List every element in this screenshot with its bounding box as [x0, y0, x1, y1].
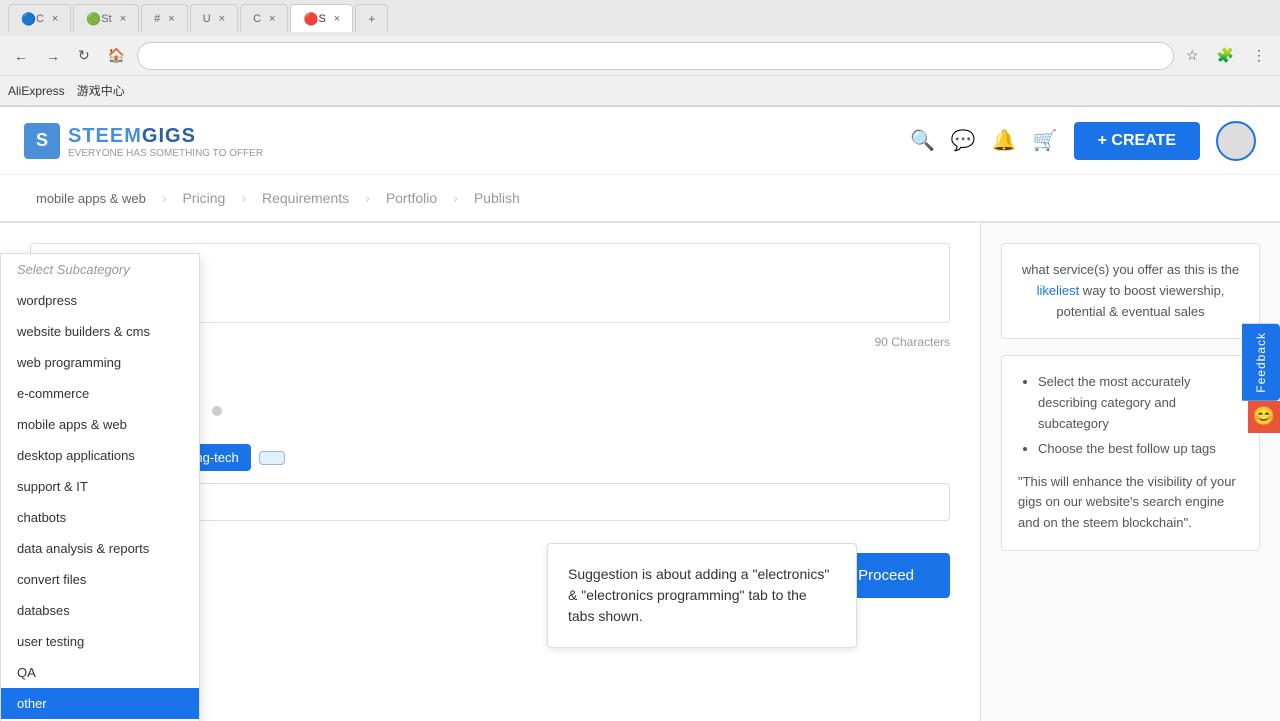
tab-active-favicon: 🔴 — [303, 12, 318, 26]
refresh-button[interactable]: ↻ — [72, 43, 96, 68]
dropdown-item-web-programming[interactable]: web programming — [1, 347, 199, 378]
progress-label-category: mobile apps & web — [36, 191, 146, 206]
feedback-button[interactable]: Feedback — [1242, 324, 1280, 401]
new-tab-icon: + — [368, 12, 375, 26]
dropdown-item-convert-files[interactable]: convert files — [1, 564, 199, 595]
right-sidebar: what service(s) you offer as this is the… — [980, 223, 1280, 721]
tab-2-favicon: 🟢 — [86, 12, 101, 26]
chevron-3: › — [365, 190, 370, 206]
progress-item-category[interactable]: mobile apps & web — [24, 175, 158, 221]
back-button[interactable]: ← — [8, 44, 34, 68]
tab-2-close[interactable]: × — [120, 13, 126, 25]
dropdown-item-support-it[interactable]: support & IT — [1, 471, 199, 502]
progress-label-requirements: Requirements — [262, 190, 349, 206]
tab-2[interactable]: 🟢 St × — [73, 4, 139, 32]
sidebar-tips-list: Select the most accurately describing ca… — [1018, 372, 1243, 459]
chat-icon[interactable]: 💬 — [951, 128, 976, 153]
page-wrapper: S STEEMGIGS EVERYONE HAS SOMETHING TO OF… — [0, 107, 1280, 721]
progress-label-publish: Publish — [474, 190, 520, 206]
tab-1-label: C — [36, 13, 44, 25]
sidebar-link[interactable]: likeliest — [1037, 283, 1080, 298]
dropdown-item-user-testing[interactable]: user testing — [1, 626, 199, 657]
dropdown-item-chatbots[interactable]: chatbots — [1, 502, 199, 533]
header-icons: 🔍 💬 🔔 🛒 + CREATE — [910, 121, 1256, 161]
bookmark-games[interactable]: 游戏中心 — [77, 82, 125, 99]
notification-icon[interactable]: 🔔 — [992, 128, 1017, 153]
suggestion-text: Suggestion is about adding a "electronic… — [568, 564, 836, 627]
chevron-1: › — [162, 190, 167, 206]
site-header: S STEEMGIGS EVERYONE HAS SOMETHING TO OF… — [0, 107, 1280, 175]
bookmark-star[interactable]: ☆ — [1180, 43, 1205, 68]
tab-1-close[interactable]: × — [52, 13, 58, 25]
tab-2-label: St — [101, 13, 111, 25]
dropdown-item-website-builders[interactable]: website builders & cms — [1, 316, 199, 347]
tab-4[interactable]: U × — [190, 4, 238, 32]
tab-active-close[interactable]: × — [334, 13, 340, 25]
nav-bar: ← → ↻ 🏠 https://steemgigs.org/create_gig… — [0, 36, 1280, 76]
logo-tagline: EVERYONE HAS SOMETHING TO OFFER — [68, 148, 263, 159]
subcategory-dropdown: Select Subcategory wordpress website bui… — [0, 253, 200, 721]
tab-3-close[interactable]: × — [168, 13, 174, 25]
browser-chrome: 🔵 C × 🟢 St × # × U × C × 🔴 S × + — [0, 0, 1280, 107]
tab-4-label: U — [203, 13, 211, 25]
progress-nav: mobile apps & web › Pricing › Requiremen… — [0, 175, 1280, 223]
tab-bar: 🔵 C × 🟢 St × # × U × C × 🔴 S × + — [0, 0, 1280, 36]
dropdown-header: Select Subcategory — [1, 254, 199, 285]
tab-1-favicon: 🔵 — [21, 12, 36, 26]
logo-text: STEEMGIGS — [68, 125, 196, 147]
dropdown-item-ecommerce[interactable]: e-commerce — [1, 378, 199, 409]
sidebar-bottom-text: "This will enhance the visibility of you… — [1018, 472, 1243, 534]
progress-label-pricing: Pricing — [183, 190, 226, 206]
dropdown-item-mobile-apps[interactable]: mobile apps & web — [1, 409, 199, 440]
tag-empty[interactable] — [259, 451, 285, 465]
sidebar-tip-1: Select the most accurately describing ca… — [1038, 372, 1243, 434]
progress-item-publish[interactable]: Publish — [462, 175, 532, 221]
dropdown-item-other[interactable]: other — [1, 688, 199, 719]
tab-active[interactable]: 🔴 S × — [290, 4, 353, 32]
progress-item-pricing[interactable]: Pricing — [171, 175, 238, 221]
progress-item-requirements[interactable]: Requirements — [250, 175, 361, 221]
chevron-2: › — [241, 190, 246, 206]
tab-4-close[interactable]: × — [219, 13, 225, 25]
dropdown-item-qa[interactable]: QA — [1, 657, 199, 688]
chevron-4: › — [453, 190, 458, 206]
dropdown-item-data-analysis[interactable]: data analysis & reports — [1, 533, 199, 564]
tab-1[interactable]: 🔵 C × — [8, 4, 71, 32]
dropdown-item-databses[interactable]: databses — [1, 595, 199, 626]
dropdown-item-desktop-apps[interactable]: desktop applications — [1, 440, 199, 471]
logo-icon: S — [24, 123, 60, 159]
logo: S STEEMGIGS EVERYONE HAS SOMETHING TO OF… — [24, 122, 263, 159]
dropdown-item-wordpress[interactable]: wordpress — [1, 285, 199, 316]
emoji-button[interactable]: 😊 — [1248, 401, 1280, 433]
center-area: want it 90 Characters STEEMGIGS Category… — [0, 223, 980, 721]
progress-label-portfolio: Portfolio — [386, 190, 437, 206]
tab-5-label: C — [253, 13, 261, 25]
sidebar-tip-2: Choose the best follow up tags — [1038, 439, 1243, 460]
bookmark-aliexpress[interactable]: AliExpress — [8, 84, 65, 98]
home-button[interactable]: 🏠 — [102, 43, 131, 68]
bookmarks-bar: AliExpress 游戏中心 — [0, 76, 1280, 106]
tab-3-label: # — [154, 13, 160, 25]
search-icon[interactable]: 🔍 — [910, 128, 935, 153]
suggestion-box: Suggestion is about adding a "electronic… — [547, 543, 857, 648]
tab-active-label: S — [318, 13, 325, 25]
progress-item-portfolio[interactable]: Portfolio — [374, 175, 449, 221]
category-dot — [212, 406, 222, 416]
main-content: want it 90 Characters STEEMGIGS Category… — [0, 223, 1280, 721]
cart-icon[interactable]: 🛒 — [1033, 128, 1058, 153]
sidebar-top-box: what service(s) you offer as this is the… — [1001, 243, 1260, 339]
tab-5-close[interactable]: × — [269, 13, 275, 25]
tab-3[interactable]: # × — [141, 4, 188, 32]
menu-button[interactable]: ⋮ — [1246, 43, 1272, 68]
avatar[interactable] — [1216, 121, 1256, 161]
sidebar-top-text: what service(s) you offer as this is the… — [1018, 260, 1243, 322]
tab-new[interactable]: + — [355, 4, 388, 32]
address-bar[interactable]: https://steemgigs.org/create_gig — [137, 42, 1174, 70]
extensions-button[interactable]: 🧩 — [1211, 43, 1240, 68]
char-count-value: 90 Characters — [875, 335, 950, 349]
sidebar-tips-box: Select the most accurately describing ca… — [1001, 355, 1260, 551]
tab-5[interactable]: C × — [240, 4, 288, 32]
create-button[interactable]: + CREATE — [1074, 122, 1200, 160]
forward-button[interactable]: → — [40, 44, 66, 68]
